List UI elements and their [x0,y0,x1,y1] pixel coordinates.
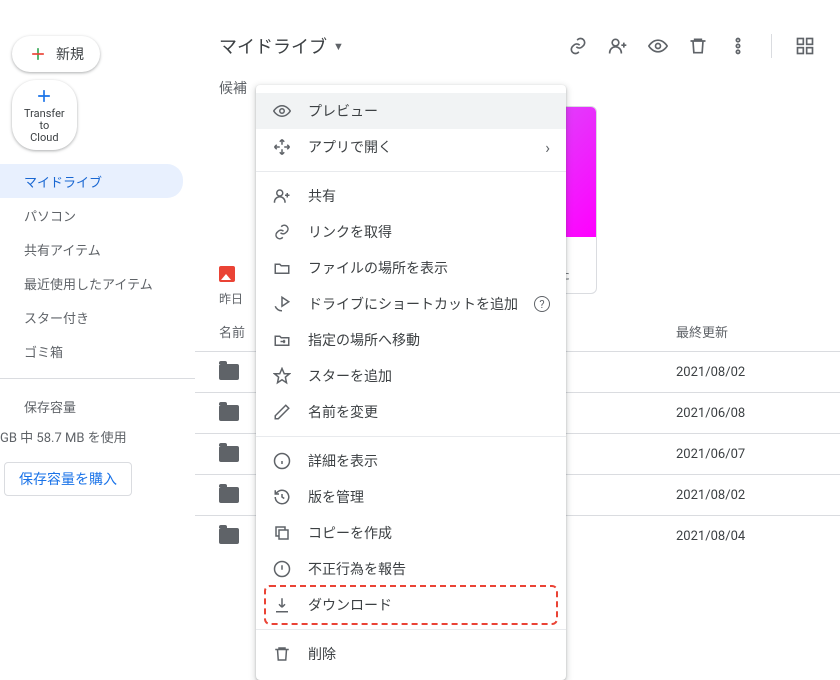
shortcut-icon [272,294,292,314]
link-icon[interactable] [567,35,589,57]
folder-icon [219,487,239,503]
column-updated[interactable]: 最終更新 [676,322,816,341]
folder-icon [219,528,239,544]
storage-info: GB 中 58.7 MB を使用 [0,423,195,454]
menu-details[interactable]: 詳細を表示 [256,443,566,479]
sidebar-item-starred[interactable]: スター付き [0,300,183,334]
eye-icon [272,101,292,121]
transfer-button[interactable]: Transfer to Cloud [12,80,77,150]
link-icon [272,222,292,242]
page-title[interactable]: マイドライブ ▼ [219,33,567,59]
person-add-icon[interactable] [607,35,629,57]
folder-icon [219,446,239,462]
topbar [0,0,840,22]
trash-icon [272,644,292,664]
move-icon [272,330,292,350]
person-add-icon [272,186,292,206]
plus-icon [34,86,54,106]
main-header: マイドライブ ▼ [195,22,840,70]
star-icon [272,366,292,386]
menu-delete[interactable]: 削除 [256,636,566,672]
warning-icon [272,559,292,579]
new-button[interactable]: 新規 [12,36,100,72]
sidebar-item-mydrive[interactable]: マイドライブ [0,164,183,198]
copy-icon [272,523,292,543]
more-icon[interactable] [727,35,749,57]
info-icon [272,451,292,471]
grid-view-icon[interactable] [794,35,816,57]
menu-report[interactable]: 不正行為を報告 [256,551,566,587]
sidebar-item-trash[interactable]: ゴミ箱 [0,334,183,368]
sidebar-item-computers[interactable]: パソコン [0,198,183,232]
sidebar-item-recent[interactable]: 最近使用したアイテム [0,266,183,300]
help-icon[interactable]: ? [534,296,550,312]
menu-move-to[interactable]: 指定の場所へ移動 [256,322,566,358]
download-icon [272,595,292,615]
menu-show-location[interactable]: ファイルの場所を表示 [256,250,566,286]
pencil-icon [272,402,292,422]
trash-icon[interactable] [687,35,709,57]
sidebar-item-storage[interactable]: 保存容量 [0,389,183,423]
menu-versions[interactable]: 版を管理 [256,479,566,515]
menu-rename[interactable]: 名前を変更 [256,394,566,430]
folder-icon [272,258,292,278]
open-with-icon [272,137,292,157]
menu-open-with[interactable]: アプリで開く › [256,129,566,165]
menu-add-star[interactable]: スターを追加 [256,358,566,394]
history-icon [272,487,292,507]
dropdown-arrow-icon: ▼ [333,40,344,53]
card-sub: 昨日 [219,290,243,307]
eye-icon[interactable] [647,35,669,57]
menu-preview[interactable]: プレビュー [256,93,566,129]
menu-add-shortcut[interactable]: ドライブにショートカットを追加 ? [256,286,566,322]
suggestion-card-image-footer [219,266,235,282]
folder-icon [219,405,239,421]
menu-get-link[interactable]: リンクを取得 [256,214,566,250]
menu-copy[interactable]: コピーを作成 [256,515,566,551]
sidebar: 新規 Transfer to Cloud マイドライブ パソコン 共有アイテム … [0,22,195,639]
menu-download[interactable]: ダウンロード [256,587,566,623]
context-menu: プレビュー アプリで開く › 共有 リンクを取得 ファイルの場所を表示 ドライブ… [256,85,566,680]
buy-storage-button[interactable]: 保存容量を購入 [4,462,132,496]
plus-icon [28,44,48,64]
new-button-label: 新規 [56,44,84,64]
folder-icon [219,364,239,380]
menu-share[interactable]: 共有 [256,178,566,214]
image-icon [219,266,235,282]
chevron-right-icon: › [545,138,550,157]
sidebar-item-shared[interactable]: 共有アイテム [0,232,183,266]
